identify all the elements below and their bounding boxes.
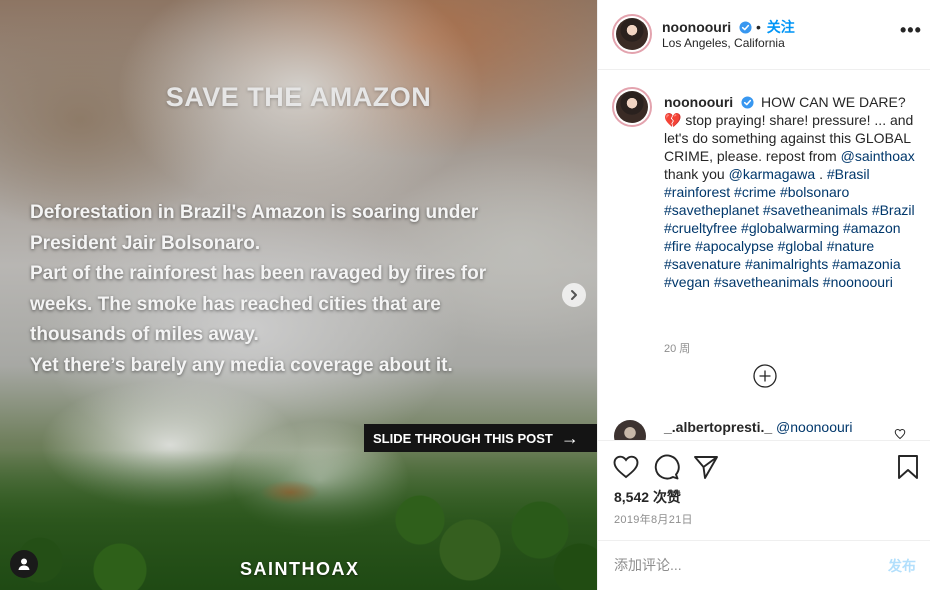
- heart-icon[interactable]: [612, 453, 640, 481]
- comment-like-icon[interactable]: [894, 428, 906, 440]
- hashtag-link[interactable]: #fire: [664, 238, 691, 254]
- mention-link[interactable]: @sainthoax: [841, 148, 915, 164]
- arrow-right-icon: →: [560, 428, 579, 448]
- image-body-line: President Jair Bolsonaro.: [30, 232, 261, 254]
- caption-username[interactable]: noonoouri: [664, 94, 733, 110]
- hashtag-link[interactable]: #Brazil: [872, 202, 915, 218]
- hashtag-link[interactable]: #savetheanimals: [763, 202, 868, 218]
- comment-avatar[interactable]: [614, 420, 646, 440]
- header-username[interactable]: noonoouri: [662, 19, 731, 35]
- hashtag-link[interactable]: #crime: [734, 184, 776, 200]
- avatar: [616, 91, 648, 123]
- post-image[interactable]: SAVE THE AMAZON Deforestation in Brazil'…: [0, 0, 597, 590]
- mention-link[interactable]: @noonoouri: [776, 419, 853, 435]
- slide-through-banner: SLIDE THROUGH THIS POST →: [364, 424, 597, 452]
- image-body-line: Part of the rainforest has been ravaged …: [30, 263, 487, 284]
- likes-count[interactable]: 8,542 次赞: [614, 487, 681, 507]
- image-title: SAVE THE AMAZON: [165, 82, 432, 112]
- bookmark-icon[interactable]: [894, 453, 922, 481]
- share-icon[interactable]: [692, 453, 720, 481]
- post-caption: noonoouri HOW CAN WE DARE? 💔 stop prayin…: [664, 93, 919, 291]
- caption-text: .: [819, 166, 823, 182]
- hashtag-link[interactable]: #rainforest: [664, 184, 730, 200]
- avatar: [616, 18, 648, 50]
- tagged-users-button[interactable]: [10, 550, 38, 578]
- header-user-line: noonoouri • 关注: [662, 17, 795, 37]
- hashtag-link[interactable]: #amazonia: [832, 256, 901, 272]
- avatar-story-ring[interactable]: [612, 87, 652, 127]
- verified-badge-icon: [739, 21, 752, 34]
- post-side-panel: noonoouri • 关注 Los Angeles, California •…: [597, 0, 930, 590]
- hashtag-link[interactable]: #noonoouri: [823, 274, 893, 290]
- mention-link[interactable]: @karmagawa: [729, 166, 816, 182]
- chevron-right-icon: [571, 290, 577, 300]
- hashtag-link[interactable]: #savetheplanet: [664, 202, 759, 218]
- add-comment-bar: 发布: [598, 540, 930, 590]
- instagram-post-view: SAVE THE AMAZON Deforestation in Brazil'…: [0, 0, 930, 590]
- image-body-line: weeks. The smoke has reached cities that…: [30, 293, 441, 315]
- load-more-comments-icon[interactable]: [753, 364, 777, 388]
- caption-text: thank you: [664, 166, 725, 182]
- image-body-line: Yet there’s barely any media coverage ab…: [30, 354, 453, 376]
- location-link[interactable]: Los Angeles, California: [662, 36, 785, 50]
- user-icon: [18, 558, 30, 570]
- hashtag-link[interactable]: #vegan: [664, 274, 710, 290]
- image-body-text: Deforestation in Brazil's Amazon is soar…: [30, 198, 580, 381]
- hashtag-link[interactable]: #crueltyfree: [664, 220, 737, 236]
- hashtag-link[interactable]: #nature: [827, 238, 874, 254]
- more-options-icon[interactable]: •••: [900, 20, 922, 41]
- hashtag-list: #Brasil #rainforest #crime #bolsonaro #s…: [664, 166, 915, 290]
- add-comment-input[interactable]: [614, 554, 864, 576]
- comment-text: _.albertopresti._ @noonoouri: [664, 419, 853, 435]
- slide-banner-label: SLIDE THROUGH THIS POST: [373, 430, 553, 446]
- hashtag-link[interactable]: #amazon: [843, 220, 901, 236]
- image-body-line: Deforestation in Brazil's Amazon is soar…: [30, 202, 479, 223]
- hashtag-link[interactable]: #savetheanimals: [714, 274, 819, 290]
- hashtag-link[interactable]: #apocalypse: [695, 238, 774, 254]
- likes-label: 次赞: [652, 489, 681, 505]
- post-actions: 8,542 次赞 2019年8月21日: [598, 440, 930, 540]
- post-header: noonoouri • 关注 Los Angeles, California •…: [598, 0, 930, 70]
- hashtag-link[interactable]: #animalrights: [745, 256, 828, 272]
- likes-number: 8,542: [614, 489, 650, 505]
- hashtag-link[interactable]: #globalwarming: [741, 220, 839, 236]
- hashtag-link[interactable]: #savenature: [664, 256, 741, 272]
- hashtag-link[interactable]: #bolsonaro: [780, 184, 849, 200]
- brand-watermark: SAINTHOAX: [240, 559, 360, 579]
- verified-badge-icon: [741, 96, 754, 109]
- comment-icon[interactable]: [652, 453, 680, 481]
- follow-button[interactable]: 关注: [767, 19, 795, 35]
- caption-time-ago[interactable]: 20 周: [664, 340, 690, 356]
- post-date[interactable]: 2019年8月21日: [614, 511, 693, 527]
- image-body-line: thousands of miles away.: [30, 324, 259, 345]
- next-slide-button[interactable]: [562, 283, 586, 307]
- post-comment-button[interactable]: 发布: [888, 556, 916, 576]
- comments-section[interactable]: noonoouri HOW CAN WE DARE? 💔 stop prayin…: [598, 71, 930, 440]
- hashtag-link[interactable]: #global: [778, 238, 823, 254]
- separator-dot: •: [755, 19, 761, 35]
- comment-username[interactable]: _.albertopresti._: [664, 419, 772, 435]
- avatar-story-ring[interactable]: [612, 14, 652, 54]
- hashtag-link[interactable]: #Brasil: [827, 166, 870, 182]
